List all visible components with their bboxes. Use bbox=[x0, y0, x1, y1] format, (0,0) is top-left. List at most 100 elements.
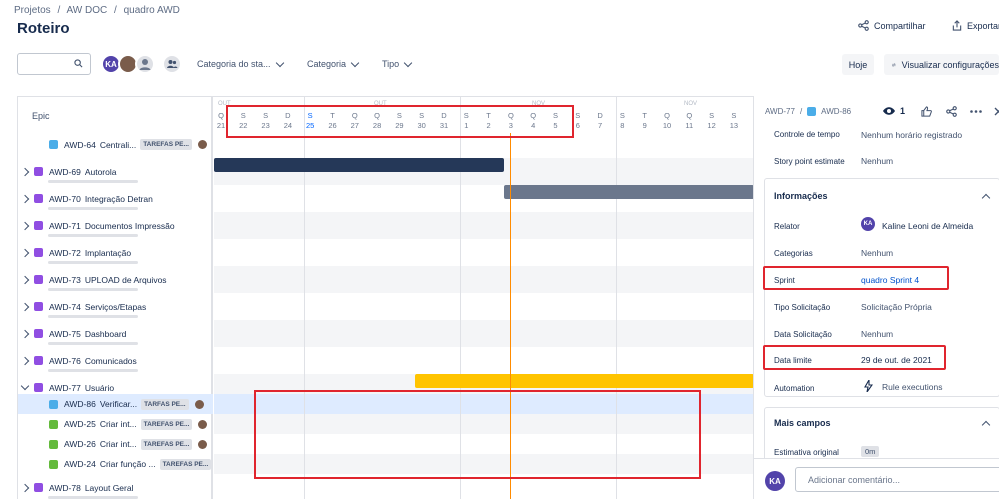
time-tracking-value[interactable]: Nenhum horário registrado bbox=[861, 130, 962, 140]
issue-key: AWD-74 bbox=[49, 301, 81, 312]
story-points-value[interactable]: Nenhum bbox=[861, 156, 893, 166]
progress-bar bbox=[48, 207, 138, 210]
timeline-row[interactable] bbox=[214, 212, 753, 239]
info-section-title[interactable]: Informações bbox=[774, 191, 828, 201]
chevron-right-icon[interactable] bbox=[20, 356, 30, 365]
issue-key: AWD-64 bbox=[64, 139, 96, 150]
automation-link[interactable]: Rule executions bbox=[882, 382, 942, 392]
issue-summary: Layout Geral bbox=[84, 482, 134, 493]
person-icon bbox=[139, 59, 151, 70]
parent-issue-link[interactable]: AWD-77 bbox=[765, 107, 795, 116]
epic-row[interactable]: AWD-72 Implantação bbox=[18, 239, 213, 266]
filter-status-category[interactable]: Categoria do sta... bbox=[197, 58, 284, 69]
timeline-row[interactable] bbox=[214, 266, 753, 293]
breadcrumb-projetos[interactable]: Projetos bbox=[14, 5, 51, 16]
issue-key: AWD-70 bbox=[49, 193, 81, 204]
chevron-right-icon[interactable] bbox=[20, 248, 30, 257]
epic-type-icon bbox=[34, 302, 43, 311]
request-date-value[interactable]: Nenhum bbox=[861, 329, 893, 339]
more-fields-title[interactable]: Mais campos bbox=[774, 418, 831, 428]
view-settings-button[interactable]: Visualizar configurações bbox=[884, 54, 999, 75]
epic-bar-integracao-detran[interactable] bbox=[504, 185, 753, 199]
share-icon[interactable] bbox=[946, 106, 957, 117]
epic-row[interactable]: AWD-74 Serviços/Etapas bbox=[18, 293, 213, 320]
child-issue-row[interactable]: AWD-24 Criar função ... TAREFAS PE... bbox=[18, 454, 213, 474]
chevron-right-icon[interactable] bbox=[20, 302, 30, 311]
issue-detail-panel: AWD-77 / AWD-86 1 Controle de tempo Nenh… bbox=[753, 96, 999, 499]
chevron-right-icon[interactable] bbox=[20, 221, 30, 230]
timeline-row[interactable] bbox=[214, 347, 753, 374]
chevron-down-icon bbox=[350, 58, 360, 67]
epic-type-icon bbox=[34, 356, 43, 365]
day-number-label: 7 bbox=[598, 121, 603, 130]
chevron-right-icon[interactable] bbox=[20, 167, 30, 176]
day-number-label: 13 bbox=[729, 121, 739, 130]
epic-type-icon bbox=[34, 194, 43, 203]
today-button[interactable]: Hoje bbox=[842, 54, 874, 75]
chevron-right-icon[interactable] bbox=[20, 483, 30, 492]
avatar-unassigned[interactable] bbox=[135, 54, 155, 74]
issue-key: AWD-76 bbox=[49, 355, 81, 366]
progress-bar bbox=[48, 180, 138, 183]
child-issue-row[interactable]: AWD-86 Verificar... TARFAS PE... bbox=[18, 394, 213, 414]
field-label: Relator bbox=[774, 222, 800, 231]
share-button[interactable]: Compartilhar bbox=[858, 20, 926, 31]
request-type-value[interactable]: Solicitação Própria bbox=[861, 302, 932, 312]
comment-input[interactable]: Adicionar comentário... bbox=[795, 467, 999, 492]
commenter-avatar: KA bbox=[765, 471, 785, 491]
timeline-row[interactable] bbox=[214, 239, 753, 266]
add-people-button[interactable] bbox=[162, 54, 182, 74]
chevron-right-icon[interactable] bbox=[20, 194, 30, 203]
more-icon[interactable] bbox=[970, 110, 982, 113]
issue-key: AWD-26 bbox=[64, 439, 96, 449]
weekday-label: D bbox=[597, 111, 603, 120]
filter-type[interactable]: Tipo bbox=[382, 58, 413, 69]
field-label: Controle de tempo bbox=[774, 130, 840, 139]
epic-row[interactable]: AWD-70 Integração Detran bbox=[18, 185, 213, 212]
issue-key: AWD-24 bbox=[64, 459, 96, 469]
epic-bar-usuario[interactable] bbox=[415, 374, 753, 388]
field-label: Data Solicitação bbox=[774, 330, 832, 339]
reporter-value[interactable]: Kaline Leoni de Almeida bbox=[882, 221, 973, 231]
epic-row[interactable]: AWD-73 UPLOAD de Arquivos bbox=[18, 266, 213, 293]
share-label: Compartilhar bbox=[874, 20, 926, 31]
child-issue-row[interactable]: AWD-26 Criar int... TAREFAS PE... bbox=[18, 434, 213, 454]
eye-icon bbox=[883, 107, 895, 115]
chevron-right-icon[interactable] bbox=[20, 329, 30, 338]
categories-value[interactable]: Nenhum bbox=[861, 248, 893, 258]
child-issue-row[interactable]: AWD-25 Criar int... TAREFAS PE... bbox=[18, 414, 213, 434]
export-button[interactable]: Exportar bbox=[952, 20, 999, 31]
epic-row[interactable]: AWD-71 Documentos Impressão bbox=[18, 212, 213, 239]
epic-type-icon bbox=[34, 329, 43, 338]
timeline-row[interactable] bbox=[214, 320, 753, 347]
epic-row[interactable]: AWD-76 Comunicados bbox=[18, 347, 213, 374]
breadcrumb-quadro[interactable]: quadro AWD bbox=[124, 5, 180, 16]
settings-sliders-icon bbox=[892, 62, 896, 67]
page-title: Roteiro bbox=[17, 20, 70, 37]
filter-category[interactable]: Categoria bbox=[307, 58, 360, 69]
issue-key: AWD-72 bbox=[49, 247, 81, 258]
timeline-row[interactable] bbox=[214, 293, 753, 320]
close-icon[interactable] bbox=[994, 107, 999, 116]
epic-row[interactable]: AWD-75 Dashboard bbox=[18, 320, 213, 347]
chevron-right-icon[interactable] bbox=[20, 275, 30, 284]
chevron-down-icon[interactable] bbox=[20, 381, 30, 391]
assignee-avatar bbox=[194, 399, 204, 409]
estimate-value[interactable]: 0m bbox=[861, 446, 880, 457]
issue-key: AWD-69 bbox=[49, 166, 81, 177]
child-issue-row[interactable]: AWD-64 Centrali... TAREFAS PE... bbox=[18, 131, 213, 158]
watch-button[interactable]: 1 bbox=[882, 106, 905, 116]
issue-summary: Criar int... bbox=[99, 439, 137, 449]
issue-key-link[interactable]: AWD-86 bbox=[821, 107, 851, 116]
issue-summary: Documentos Impressão bbox=[84, 220, 175, 231]
progress-bar bbox=[48, 342, 138, 345]
epic-bar-autorola[interactable] bbox=[214, 158, 504, 172]
thumbs-up-icon[interactable] bbox=[921, 106, 932, 117]
group-icon bbox=[167, 60, 178, 68]
breadcrumb-aw-doc[interactable]: AW DOC bbox=[66, 5, 107, 16]
filter-label: Categoria do sta... bbox=[197, 59, 271, 69]
task-type-icon bbox=[807, 107, 817, 116]
epic-row[interactable]: AWD-78 Layout Geral bbox=[18, 474, 213, 499]
field-label: Estimativa original bbox=[774, 448, 839, 457]
epic-row[interactable]: AWD-69 Autorola bbox=[18, 158, 213, 185]
